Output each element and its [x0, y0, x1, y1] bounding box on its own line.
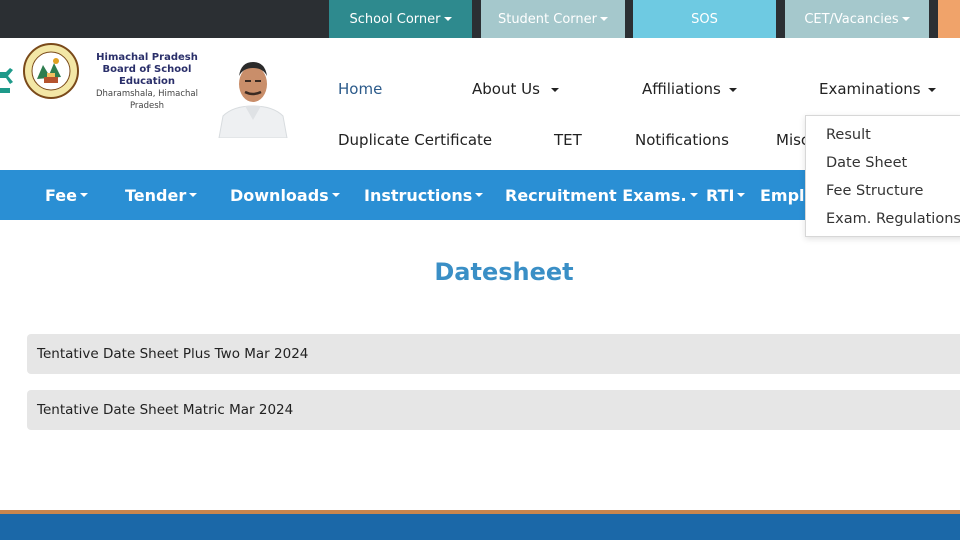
menu-downloads[interactable]: Downloads: [230, 170, 340, 220]
caret-down-icon: [475, 193, 484, 197]
menu-rti[interactable]: RTI: [706, 170, 746, 220]
menu-fee[interactable]: Fee: [45, 170, 88, 220]
menu-rti-label: RTI: [706, 185, 735, 205]
partial-logo-icon: [0, 68, 13, 93]
caret-down-icon: [728, 87, 737, 92]
nav-examinations[interactable]: Examinations: [819, 80, 937, 98]
student-corner-label: Student Corner: [497, 11, 598, 27]
caret-down-icon: [550, 87, 559, 92]
caret-down-icon: [928, 87, 937, 92]
topbar-extra-button[interactable]: [938, 0, 960, 38]
site-footer: [0, 514, 960, 540]
nav-about-us[interactable]: About Us: [472, 80, 559, 98]
caret-down-icon: [79, 193, 88, 197]
nav-tet[interactable]: TET: [554, 131, 582, 149]
examinations-dropdown: Result Date Sheet Fee Structure Exam. Re…: [805, 115, 960, 237]
dropdown-item-exam-regulations[interactable]: Exam. Regulations: [806, 208, 960, 236]
board-name: Himachal Pradesh Board of School Educati…: [82, 52, 212, 112]
board-name-line2: Board of School Education: [102, 64, 192, 87]
cet-vacancies-label: CET/Vacancies: [804, 11, 899, 27]
caret-down-icon: [189, 193, 198, 197]
caret-down-icon: [689, 193, 698, 197]
menu-tender[interactable]: Tender: [125, 170, 198, 220]
dropdown-item-date-sheet[interactable]: Date Sheet: [806, 152, 960, 180]
menu-recruitment-exams-label: Recruitment Exams.: [505, 185, 687, 205]
sos-button[interactable]: SOS: [633, 0, 776, 38]
nav-affiliations[interactable]: Affiliations: [642, 80, 737, 98]
menu-downloads-label: Downloads: [230, 185, 329, 205]
chief-minister-portrait: [215, 50, 291, 138]
menu-fee-label: Fee: [45, 185, 77, 205]
dropdown-item-fee-structure[interactable]: Fee Structure: [806, 180, 960, 208]
caret-down-icon: [901, 17, 910, 21]
menu-tender-label: Tender: [125, 185, 187, 205]
menu-instructions-label: Instructions: [364, 185, 473, 205]
sos-label: SOS: [691, 11, 718, 27]
student-corner-button[interactable]: Student Corner: [481, 0, 625, 38]
board-name-line1: Himachal Pradesh: [96, 52, 198, 63]
menu-recruitment-exams[interactable]: Recruitment Exams.: [505, 170, 698, 220]
dropdown-item-result[interactable]: Result: [806, 124, 960, 152]
page-title: Datesheet: [434, 258, 574, 286]
top-bar: School Corner Student Corner SOS CET/Vac…: [0, 0, 960, 38]
nav-home[interactable]: Home: [338, 80, 382, 98]
school-corner-label: School Corner: [349, 11, 441, 27]
nav-about-us-label: About Us: [472, 80, 540, 98]
board-name-line3: Dharamshala, Himachal Pradesh: [96, 89, 198, 111]
caret-down-icon: [443, 17, 452, 21]
list-item[interactable]: Tentative Date Sheet Matric Mar 2024: [27, 390, 960, 430]
cet-vacancies-button[interactable]: CET/Vacancies: [785, 0, 929, 38]
caret-down-icon: [737, 193, 746, 197]
nav-notifications[interactable]: Notifications: [635, 131, 729, 149]
school-corner-button[interactable]: School Corner: [329, 0, 472, 38]
caret-down-icon: [600, 17, 609, 21]
caret-down-icon: [331, 193, 340, 197]
board-logo: [23, 43, 79, 99]
nav-duplicate-certificate[interactable]: Duplicate Certificate: [338, 131, 492, 149]
nav-examinations-label: Examinations: [819, 80, 921, 98]
list-item[interactable]: Tentative Date Sheet Plus Two Mar 2024: [27, 334, 960, 374]
menu-instructions[interactable]: Instructions: [364, 170, 484, 220]
list-item-label: Tentative Date Sheet Matric Mar 2024: [37, 402, 294, 418]
list-item-label: Tentative Date Sheet Plus Two Mar 2024: [37, 346, 309, 362]
nav-affiliations-label: Affiliations: [642, 80, 721, 98]
